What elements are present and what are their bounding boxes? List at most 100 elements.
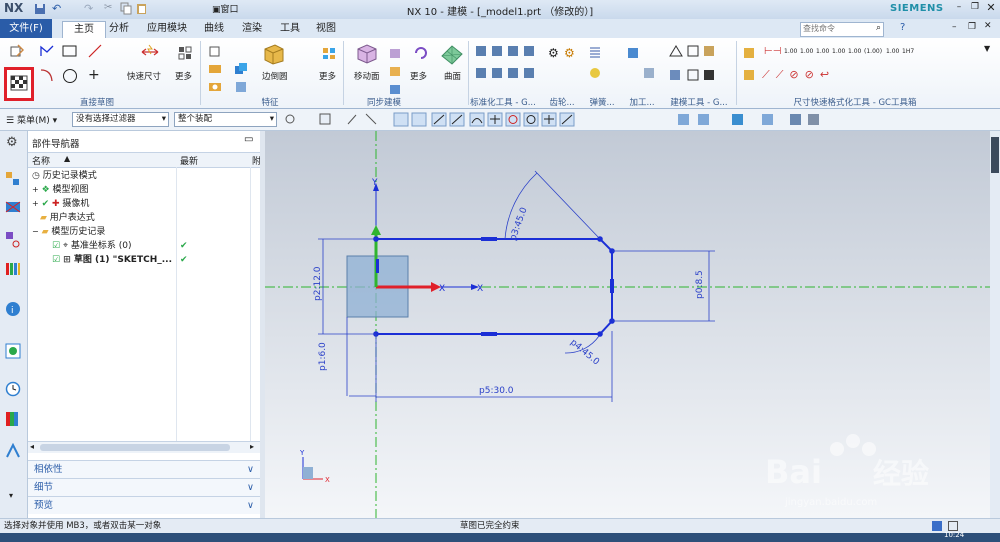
expand-icon[interactable]: + bbox=[32, 199, 39, 208]
tree-item-sketch[interactable]: ☑ ⊞ 草图 (1) "SKETCH_... ✔ bbox=[52, 253, 252, 267]
menu-button[interactable]: ☰ 菜单(M) ▾ bbox=[6, 113, 57, 126]
graphics-window[interactable]: p3:45.0 p2:12.0 p1:6.0 p0:8.5 p4:45.0 p5… bbox=[265, 131, 990, 518]
spring-tool-icon-2[interactable] bbox=[588, 66, 602, 80]
tree-item-model-history[interactable]: − ▰ 模型历史记录 bbox=[32, 225, 105, 239]
point-icon[interactable]: + bbox=[88, 68, 102, 82]
feature-more-icon[interactable] bbox=[322, 46, 336, 60]
dim-angle-top[interactable]: p3:45.0 bbox=[508, 206, 529, 242]
rectangle-icon[interactable] bbox=[62, 44, 77, 58]
dim-value-6[interactable]: (1.00) bbox=[864, 48, 882, 55]
panel-preview[interactable]: 预览 ∨ bbox=[28, 496, 260, 514]
unite-icon[interactable] bbox=[234, 62, 248, 76]
tab-file[interactable]: 文件(F) bbox=[0, 19, 52, 38]
tab-tools[interactable]: 工具 bbox=[276, 21, 304, 38]
tab-curve[interactable]: 曲线 bbox=[200, 21, 228, 38]
panel-dependencies[interactable]: 相依性 ∨ bbox=[28, 460, 260, 478]
dim-value-2[interactable]: 1.00 bbox=[800, 48, 813, 55]
panel-details[interactable]: 细节 ∨ bbox=[28, 478, 260, 496]
line-icon[interactable] bbox=[88, 44, 102, 58]
scroll-down-icon[interactable]: ▾ bbox=[9, 491, 13, 500]
type-filter-select[interactable]: 没有选择过滤器 ▾ bbox=[72, 112, 169, 127]
column-latest[interactable]: 最新 bbox=[180, 154, 198, 167]
dock-tab[interactable] bbox=[991, 137, 999, 173]
feature-more-label[interactable]: 更多 bbox=[319, 70, 336, 82]
close-doc-button[interactable]: ✕ bbox=[984, 21, 992, 31]
collapse-icon[interactable]: − bbox=[32, 227, 39, 236]
tree-item-user-expressions[interactable]: ▰ 用户表达式 bbox=[40, 211, 95, 225]
revolve-icon[interactable] bbox=[208, 62, 222, 76]
move-face-icon[interactable] bbox=[354, 42, 380, 66]
assembly-navigator-icon[interactable] bbox=[5, 171, 21, 190]
palette-icon[interactable] bbox=[5, 411, 21, 430]
scroll-right-icon[interactable]: ▸ bbox=[250, 442, 254, 451]
status-icon[interactable] bbox=[932, 521, 942, 531]
dim-edit-icons[interactable]: ⟋⟋⊘⊘↩ bbox=[762, 68, 842, 84]
tree-item-datum-csys[interactable]: ☑ ⌖ 基准坐标系 (0) ✔ bbox=[52, 239, 252, 253]
close-button[interactable]: ✕ bbox=[984, 1, 998, 14]
gear-tool-icon-2[interactable]: ⚙ bbox=[564, 46, 578, 60]
dim-value-8[interactable]: 1H7 bbox=[902, 48, 914, 55]
gear-tool-icon[interactable]: ⚙ bbox=[548, 46, 562, 60]
command-search-input[interactable] bbox=[801, 23, 871, 34]
modeling-tools[interactable] bbox=[668, 44, 730, 92]
tab-home[interactable]: 主页 bbox=[62, 21, 106, 39]
dim-width-left[interactable]: p1:6.0 bbox=[318, 342, 328, 371]
part-navigator-icon[interactable] bbox=[5, 231, 21, 252]
arc-icon[interactable] bbox=[40, 68, 54, 82]
sync-more-icon[interactable] bbox=[414, 46, 428, 60]
move-face-label[interactable]: 移动面 bbox=[354, 70, 380, 82]
sketch-icon[interactable] bbox=[10, 44, 25, 58]
scroll-thumb[interactable] bbox=[40, 444, 230, 451]
minimize-ribbon-button[interactable]: – bbox=[952, 22, 957, 32]
history-icon[interactable] bbox=[5, 343, 21, 362]
offset-region-icon[interactable] bbox=[388, 64, 402, 78]
finish-sketch-button[interactable] bbox=[4, 67, 34, 101]
restore-doc-button[interactable]: ❐ bbox=[968, 22, 976, 32]
reuse-library-icon[interactable] bbox=[5, 261, 21, 280]
quick-dimension-label[interactable]: 快速尺寸 bbox=[127, 70, 161, 82]
help-icon[interactable]: ? bbox=[900, 22, 905, 33]
scope-select[interactable]: 整个装配 ▾ bbox=[174, 112, 277, 127]
machining-tool-icon-2[interactable] bbox=[642, 66, 656, 80]
edge-blend-icon[interactable] bbox=[262, 42, 286, 66]
sketch-more-icon[interactable] bbox=[178, 46, 192, 60]
right-dock-strip[interactable] bbox=[990, 131, 1000, 518]
status-icon-2[interactable] bbox=[948, 521, 958, 531]
restore-button[interactable]: ❐ bbox=[968, 2, 982, 12]
sketch-canvas[interactable]: p3:45.0 p2:12.0 p1:6.0 p0:8.5 p4:45.0 p5… bbox=[265, 131, 990, 518]
sync-more-label[interactable]: 更多 bbox=[410, 70, 427, 82]
tab-analysis[interactable]: 分析 bbox=[104, 21, 134, 38]
settings-gear-icon[interactable]: ⚙ bbox=[6, 135, 18, 150]
dim-value-3[interactable]: 1.00 bbox=[816, 48, 829, 55]
machining-tool-icon[interactable] bbox=[626, 46, 640, 60]
tab-render[interactable]: 渲染 bbox=[238, 21, 266, 38]
dim-value-4[interactable]: 1.00 bbox=[832, 48, 845, 55]
hole-icon[interactable] bbox=[208, 80, 222, 94]
tree-item-history-mode[interactable]: ◷ 历史记录模式 bbox=[32, 169, 97, 183]
dim-format-icon[interactable] bbox=[742, 46, 756, 60]
profile-icon[interactable] bbox=[40, 44, 54, 58]
circle-icon[interactable] bbox=[62, 68, 77, 83]
extrude-icon[interactable] bbox=[208, 44, 222, 58]
dim-style-icon[interactable]: ⊢⊣ bbox=[764, 46, 781, 60]
web-browser-icon[interactable]: i bbox=[5, 301, 21, 320]
replace-face-icon[interactable] bbox=[388, 82, 402, 96]
constraint-navigator-icon[interactable] bbox=[5, 199, 21, 218]
snap-toolbar[interactable] bbox=[284, 112, 844, 127]
sketch-more-label[interactable]: 更多 bbox=[175, 70, 192, 82]
roles-icon[interactable] bbox=[5, 442, 21, 462]
dim-value-7[interactable]: 1.00 bbox=[886, 48, 899, 55]
clock-icon[interactable] bbox=[5, 381, 21, 400]
surface-icon[interactable] bbox=[440, 42, 464, 66]
tree-item-cameras[interactable]: + ✔ ✚ 摄像机 bbox=[32, 197, 89, 211]
scroll-left-icon[interactable]: ◂ bbox=[30, 442, 34, 451]
command-search[interactable]: ⌕ bbox=[800, 22, 884, 37]
checkbox-icon[interactable]: ☑ bbox=[52, 241, 60, 251]
dim-height-right[interactable]: p0:8.5 bbox=[695, 270, 705, 299]
dim-value-5[interactable]: 1.00 bbox=[848, 48, 861, 55]
surface-label[interactable]: 曲面 bbox=[444, 70, 461, 82]
tree-item-model-views[interactable]: + ❖ 模型视图 bbox=[32, 183, 89, 197]
spring-tool-icon[interactable] bbox=[588, 46, 602, 60]
ribbon-expand-icon[interactable]: ▼ bbox=[984, 44, 990, 53]
expand-icon[interactable]: + bbox=[32, 185, 39, 194]
